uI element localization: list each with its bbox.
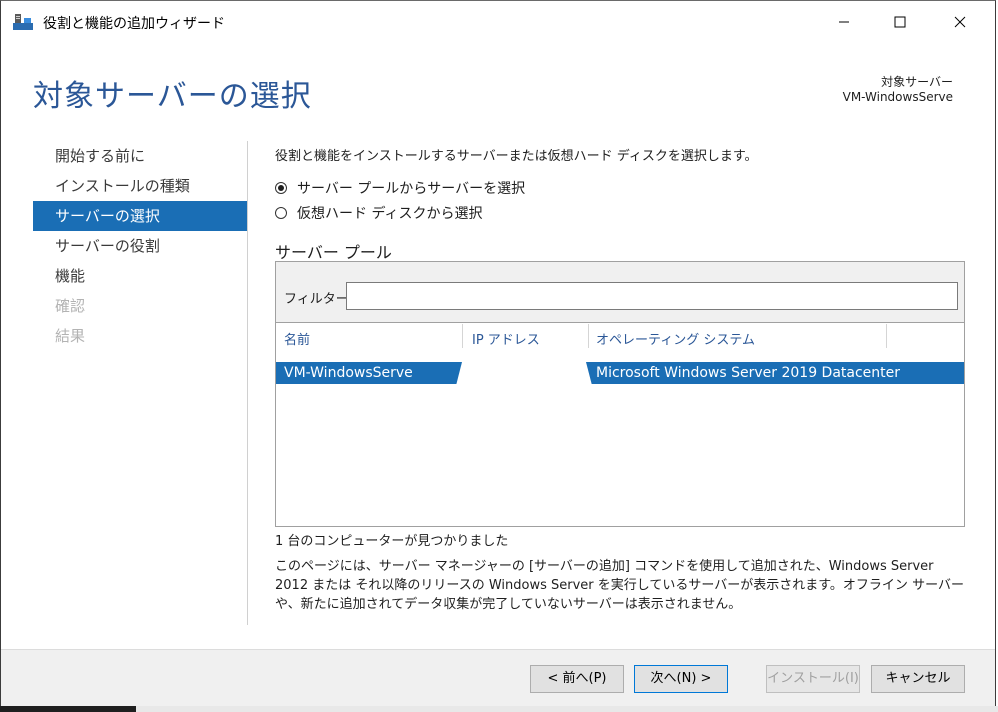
taskbar-start-segment (0, 706, 136, 712)
nav-divider (247, 141, 248, 625)
nav-item-server-selection[interactable]: サーバーの選択 (33, 201, 247, 231)
server-pool-grid: フィルター: 名前 IP アドレス オペレーティング システム VM-Windo… (275, 261, 965, 527)
destination-server-value: VM-WindowsServe (842, 90, 953, 104)
radio-virtual-disk-label: 仮想ハード ディスクから選択 (297, 206, 483, 222)
maximize-button[interactable] (877, 1, 923, 43)
nav-item-before-you-begin[interactable]: 開始する前に (33, 141, 247, 171)
column-separator[interactable] (588, 324, 589, 348)
column-header-os[interactable]: オペレーティング システム (596, 329, 755, 348)
next-button[interactable]: 次へ(N) > (634, 665, 728, 693)
destination-server-label: 対象サーバー (881, 75, 953, 89)
computers-found-text: 1 台のコンピューターが見つかりました (275, 534, 509, 549)
info-note: このページには、サーバー マネージャーの [サーバーの追加] コマンドを使用して… (275, 559, 964, 612)
wizard-body: 開始する前に インストールの種類 サーバーの選択 サーバーの役割 機能 確認 結… (1, 129, 995, 649)
filter-label: フィルター: (284, 292, 354, 307)
cell-server-name: VM-WindowsServe (276, 362, 462, 384)
nav-item-results: 結果 (55, 327, 86, 345)
minimize-button[interactable] (821, 1, 867, 43)
page-description: 役割と機能をインストールするサーバーまたは仮想ハード ディスクを選択します。 (275, 149, 758, 164)
wizard-header: 対象サーバーの選択 対象サーバー VM-WindowsServe (1, 43, 995, 129)
server-manager-icon (13, 14, 33, 30)
radio-checked-icon[interactable] (275, 182, 287, 194)
nav-item-server-roles[interactable]: サーバーの役割 (33, 231, 247, 261)
grid-header: 名前 IP アドレス オペレーティング システム (276, 324, 964, 350)
title-bar[interactable]: 役割と機能の追加ウィザード (1, 1, 995, 43)
column-header-name[interactable]: 名前 (284, 329, 310, 348)
page-title: 対象サーバーの選択 (33, 79, 312, 114)
window-title: 役割と機能の追加ウィザード (43, 16, 225, 32)
minimize-icon (839, 21, 849, 23)
column-separator[interactable] (462, 324, 463, 348)
radio-server-pool[interactable]: サーバー プールからサーバーを選択 (275, 178, 525, 198)
filter-bar: フィルター: (276, 262, 964, 323)
previous-button[interactable]: < 前へ(P) (530, 665, 624, 693)
close-button[interactable] (937, 1, 983, 43)
radio-unchecked-icon[interactable] (275, 207, 287, 219)
filter-input[interactable] (346, 282, 958, 310)
nav-item-features[interactable]: 機能 (33, 261, 247, 291)
wizard-window: 役割と機能の追加ウィザード 対象サーバーの選択 対象サーバー VM-Window… (0, 0, 996, 707)
column-separator[interactable] (886, 324, 887, 348)
server-pool-title: サーバー プール (275, 243, 392, 262)
cell-operating-system: Microsoft Windows Server 2019 Datacenter (586, 362, 964, 384)
cancel-button[interactable]: キャンセル (871, 665, 965, 693)
wizard-nav: 開始する前に インストールの種類 サーバーの選択 サーバーの役割 機能 確認 結… (33, 141, 247, 351)
wizard-footer: < 前へ(P) 次へ(N) > インストール(I) キャンセル (1, 649, 995, 707)
table-row[interactable]: VM-WindowsServe Microsoft Windows Server… (276, 362, 964, 384)
radio-virtual-disk[interactable]: 仮想ハード ディスクから選択 (275, 203, 482, 223)
column-header-ip[interactable]: IP アドレス (472, 329, 540, 348)
nav-item-installation-type[interactable]: インストールの種類 (33, 171, 247, 201)
maximize-icon (894, 16, 906, 28)
radio-server-pool-label: サーバー プールからサーバーを選択 (297, 181, 526, 197)
install-button: インストール(I) (766, 665, 860, 693)
close-icon (954, 16, 966, 28)
nav-item-confirmation: 確認 (55, 297, 86, 315)
taskbar-strip (0, 706, 998, 712)
